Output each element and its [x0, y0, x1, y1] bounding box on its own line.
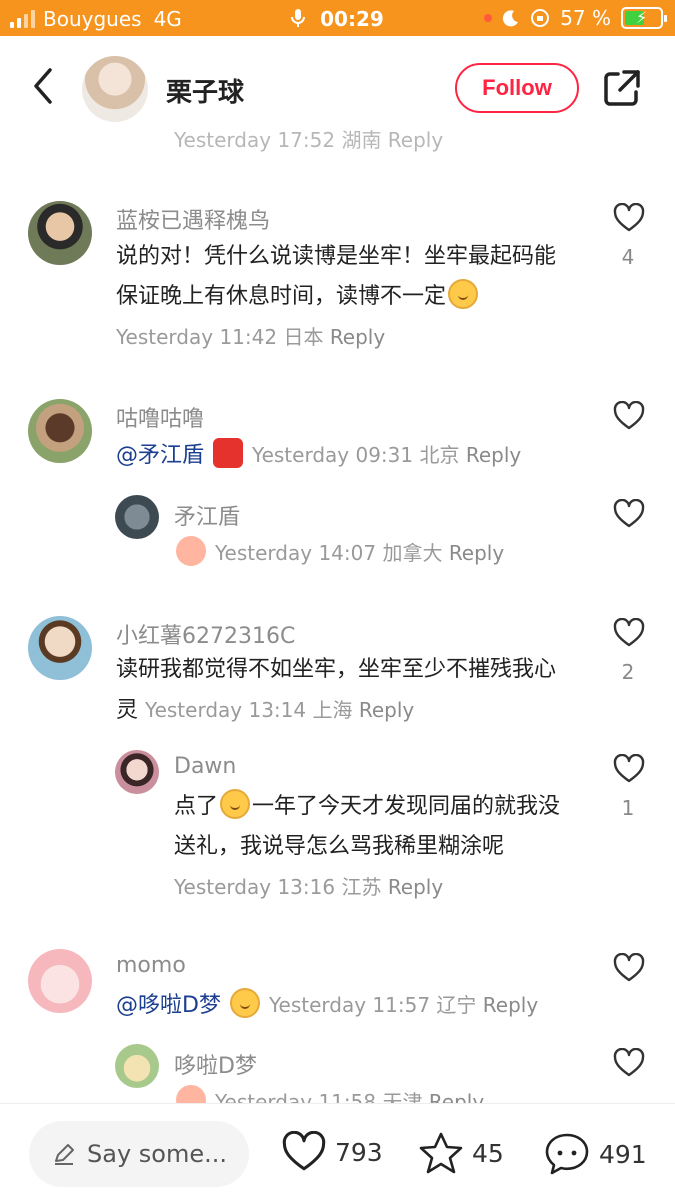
partial-comment-meta: Yesterday 17:52 湖南 Reply	[174, 128, 444, 152]
comment-time: Yesterday 11:57	[268, 993, 431, 1017]
status-bar: Bouygues 4G 00:29 57 % ⚡	[0, 0, 675, 36]
comment-author[interactable]: momo	[116, 953, 186, 978]
comment-text[interactable]: 说的对！凭什么说读博是坐牢！坐牢最起码能保证晚上有休息时间，读博不一定 Yest…	[116, 237, 566, 358]
reply-button[interactable]: Reply	[449, 541, 504, 565]
mic-icon	[291, 9, 306, 27]
author-name[interactable]: 栗子球	[166, 72, 244, 109]
author-avatar[interactable]	[82, 56, 148, 122]
reply-button[interactable]: Reply	[330, 325, 385, 349]
comment-location: 北京	[419, 443, 460, 467]
share-icon[interactable]	[602, 68, 642, 108]
battery-percent: 57 %	[560, 6, 611, 30]
comment-author[interactable]: 小红薯6272316C	[116, 618, 295, 650]
battery-icon: ⚡	[621, 7, 667, 29]
heart-icon[interactable]	[613, 1048, 645, 1078]
chat-bubble-icon	[545, 1133, 589, 1175]
comment-input-placeholder: Say some...	[87, 1140, 227, 1168]
bun-emoji-icon	[448, 279, 479, 309]
heart-icon[interactable]	[613, 953, 645, 983]
heart-icon[interactable]	[613, 618, 645, 648]
top-nav: 栗子球 Follow	[0, 36, 675, 132]
comment-location: 辽宁	[436, 993, 477, 1017]
mention-link[interactable]: @矛江盾	[116, 443, 204, 468]
comment-location: 日本	[283, 325, 324, 349]
heart-icon[interactable]	[613, 401, 645, 431]
follow-button[interactable]: Follow	[455, 63, 579, 113]
star-icon	[419, 1132, 463, 1174]
like-count: 4	[621, 245, 635, 269]
comment-total: 491	[599, 1139, 647, 1169]
like-total: 793	[335, 1137, 383, 1167]
like-count: 2	[621, 660, 635, 684]
angry-devil-emoji-icon	[213, 438, 244, 468]
crying-emoji-icon	[176, 536, 206, 566]
comment-body: 点了	[174, 794, 219, 819]
comment-text[interactable]: @哆啦D梦 Yesterday 11:57 辽宁 Reply	[116, 985, 566, 1026]
comment-location: 加拿大	[382, 541, 443, 565]
comment-time: Yesterday 13:16	[174, 875, 336, 899]
comment-time: Yesterday 13:14	[145, 698, 307, 722]
clock-time: 00:29	[320, 7, 384, 31]
comments-button[interactable]: 491	[543, 1131, 647, 1177]
avatar[interactable]	[115, 495, 159, 539]
heart-icon[interactable]	[613, 754, 645, 784]
back-icon[interactable]	[28, 66, 58, 106]
collect-total: 45	[472, 1138, 504, 1168]
avatar[interactable]	[28, 399, 92, 463]
comment-author[interactable]: Dawn	[174, 754, 236, 779]
recording-dot-icon	[484, 14, 493, 22]
reply-button[interactable]: Reply	[466, 443, 521, 467]
bottom-action-bar: Say some... 793 45 491	[0, 1103, 675, 1200]
comment-input[interactable]: Say some...	[29, 1121, 249, 1187]
bun-emoji-icon	[220, 789, 251, 819]
mention-link[interactable]: @哆啦D梦	[116, 993, 221, 1018]
comment-time: Yesterday 09:31	[252, 443, 414, 467]
heart-icon	[282, 1131, 326, 1171]
like-count: 1	[621, 796, 635, 820]
avatar[interactable]	[28, 616, 92, 680]
comment-location: 江苏	[341, 875, 382, 899]
comment-author[interactable]: 哆啦D梦	[174, 1048, 257, 1080]
pencil-icon	[55, 1144, 74, 1165]
moon-icon	[503, 10, 519, 27]
heart-icon[interactable]	[613, 203, 645, 233]
comment-text[interactable]: 点了 一年了今天才发现同届的就我没送礼，我说导怎么骂我稀里糊涂呢 Yesterda…	[174, 787, 574, 908]
reply-button[interactable]: Reply	[483, 993, 538, 1017]
bun-emoji-icon	[229, 988, 260, 1018]
collect-button[interactable]: 45	[418, 1131, 504, 1175]
like-button[interactable]: 793	[281, 1131, 383, 1173]
comment-author[interactable]: 矛江盾	[174, 499, 240, 531]
comment-text[interactable]: 读研我都觉得不如坐牢，坐牢至少不摧残我心灵 Yesterday 13:14 上海…	[116, 650, 566, 731]
heart-icon[interactable]	[613, 499, 645, 529]
avatar[interactable]	[28, 949, 92, 1013]
rotation-lock-icon	[531, 9, 550, 27]
comment-body: 说的对！凭什么说读博是坐牢！坐牢最起码能保证晚上有休息时间，读博不一定	[116, 244, 557, 309]
comment-time: Yesterday 11:42	[116, 325, 278, 349]
comment-time: Yesterday 14:07	[215, 541, 377, 565]
comment-author[interactable]: 咕噜咕噜	[116, 401, 204, 433]
comment-author[interactable]: 蓝桉已遇释槐鸟	[116, 203, 270, 235]
avatar[interactable]	[115, 750, 159, 794]
comment-text[interactable]: @矛江盾 Yesterday 09:31 北京 Reply	[116, 435, 566, 476]
comment-text[interactable]: Yesterday 14:07 加拿大 Reply	[174, 533, 624, 574]
avatar[interactable]	[28, 201, 92, 265]
avatar[interactable]	[115, 1044, 159, 1088]
reply-button[interactable]: Reply	[388, 875, 443, 899]
reply-button[interactable]: Reply	[359, 698, 414, 722]
comment-location: 上海	[312, 698, 353, 722]
